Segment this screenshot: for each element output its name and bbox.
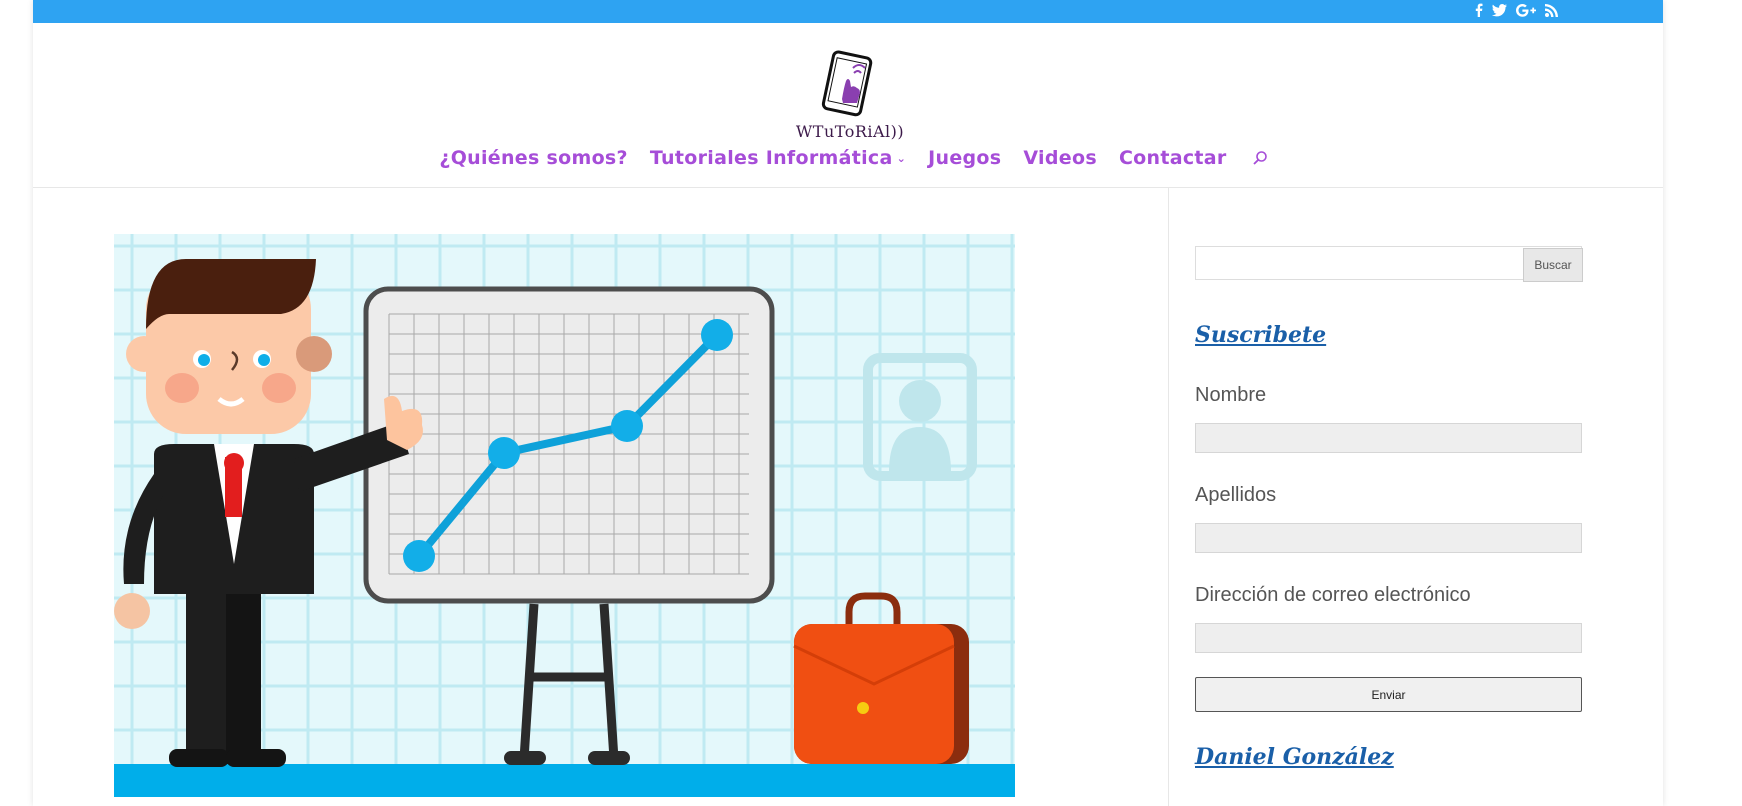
nav-item-videos[interactable]: Videos bbox=[1023, 147, 1097, 169]
email-label: Dirección de correo electrónico bbox=[1195, 584, 1471, 606]
nav-label: Juegos bbox=[928, 147, 1002, 169]
search-button[interactable]: Buscar bbox=[1523, 248, 1583, 282]
send-button[interactable]: Enviar bbox=[1195, 677, 1582, 712]
site-logo[interactable]: WTuToRiAl)) bbox=[790, 49, 910, 149]
nombre-field[interactable] bbox=[1195, 423, 1582, 453]
search-icon[interactable] bbox=[1252, 150, 1268, 166]
site-header: WTuToRiAl)) ¿Quiénes somos? Tutoriales I… bbox=[33, 23, 1663, 188]
social-links bbox=[1474, 3, 1558, 17]
apellidos-field[interactable] bbox=[1195, 523, 1582, 553]
twitter-icon[interactable] bbox=[1492, 3, 1507, 17]
logo-text: WTuToRiAl)) bbox=[795, 122, 905, 141]
sidebar-divider bbox=[1168, 188, 1169, 806]
facebook-icon[interactable] bbox=[1474, 3, 1483, 17]
nav-label: ¿Quiénes somos? bbox=[439, 147, 628, 169]
nav-label: Videos bbox=[1023, 147, 1097, 169]
apellidos-label: Apellidos bbox=[1195, 484, 1277, 506]
chevron-down-icon: ⌄ bbox=[896, 151, 907, 165]
google-plus-icon[interactable] bbox=[1516, 3, 1536, 17]
search-input[interactable]: Buscar bbox=[1195, 246, 1583, 282]
nav-item-juegos[interactable]: Juegos bbox=[928, 147, 1001, 169]
nav-label: Tutoriales Informática bbox=[649, 147, 893, 169]
rss-icon[interactable] bbox=[1545, 3, 1558, 17]
top-bar bbox=[33, 0, 1663, 23]
phone-logo-icon bbox=[821, 50, 873, 117]
email-field[interactable] bbox=[1195, 623, 1582, 653]
nombre-label: Nombre bbox=[1195, 384, 1267, 406]
page-container: WTuToRiAl)) ¿Quiénes somos? Tutoriales I… bbox=[33, 0, 1663, 806]
main-nav: ¿Quiénes somos? Tutoriales Informática ⌄… bbox=[33, 147, 1663, 169]
author-title[interactable]: Daniel González bbox=[1195, 744, 1394, 770]
subscribe-title[interactable]: Suscribete bbox=[1195, 322, 1326, 348]
featured-image[interactable] bbox=[114, 234, 1015, 797]
business-presentation-illustration bbox=[114, 234, 1015, 797]
nav-item-quienes-somos[interactable]: ¿Quiénes somos? bbox=[439, 147, 627, 169]
nav-label: Contactar bbox=[1118, 147, 1227, 169]
nav-item-tutoriales[interactable]: Tutoriales Informática ⌄ bbox=[650, 147, 906, 169]
nav-item-contactar[interactable]: Contactar bbox=[1119, 147, 1227, 169]
